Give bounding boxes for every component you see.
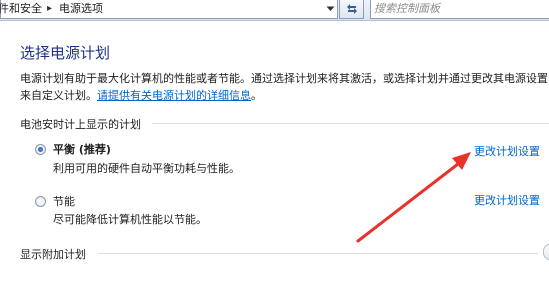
show-additional-plans-header[interactable]: 显示附加计划 [20, 246, 86, 262]
description-line-1: 电源计划有助于最大化计算机的性能或者节能。通过选择计划来将其激活，或选择计划并通… [20, 72, 548, 85]
plan-balanced-name[interactable]: 平衡 (推荐) [53, 141, 111, 157]
address-toolbar: 硬件和安全 ▸ 电源选项 [0, 0, 549, 21]
expand-icon[interactable] [543, 244, 549, 260]
group-divider [152, 123, 549, 124]
breadcrumb-item-hardware-security[interactable]: 硬件和安全 [0, 1, 42, 16]
plan-balanced-radio[interactable] [35, 144, 46, 155]
plan-power-saver-change-settings-link[interactable]: 更改计划设置 [474, 192, 540, 208]
refresh-button[interactable] [339, 0, 364, 19]
search-box[interactable] [370, 0, 549, 19]
page-title: 选择电源计划 [20, 44, 111, 62]
breadcrumb[interactable]: 硬件和安全 ▸ 电源选项 [0, 0, 338, 19]
plan-balanced-change-settings-link[interactable]: 更改计划设置 [474, 143, 540, 159]
breadcrumb-item-power-options[interactable]: 电源选项 [59, 1, 103, 16]
chevron-down-icon[interactable] [323, 0, 338, 18]
description-suffix: 。 [251, 89, 262, 102]
breadcrumb-separator[interactable]: ▸ [47, 1, 52, 16]
power-plan-info-link[interactable]: 请提供有关电源计划的详细信息 [97, 89, 251, 102]
page-description: 电源计划有助于最大化计算机的性能或者节能。通过选择计划来将其激活，或选择计划并通… [20, 70, 549, 104]
description-prefix: 来自定义计划。 [20, 89, 97, 102]
search-input[interactable] [374, 1, 524, 16]
plan-power-saver-name[interactable]: 节能 [53, 193, 75, 209]
group-header: 电池安时计上显示的计划 [20, 118, 141, 131]
plan-power-saver-description: 尽可能降低计算机性能以节能。 [53, 213, 207, 226]
additional-plans-divider [98, 253, 538, 254]
plan-balanced-description: 利用可用的硬件自动平衡功耗与性能。 [53, 162, 240, 175]
plan-power-saver-radio[interactable] [35, 196, 46, 207]
description-line-2: 来自定义计划。请提供有关电源计划的详细信息。 [20, 87, 549, 104]
refresh-icon [345, 0, 359, 19]
